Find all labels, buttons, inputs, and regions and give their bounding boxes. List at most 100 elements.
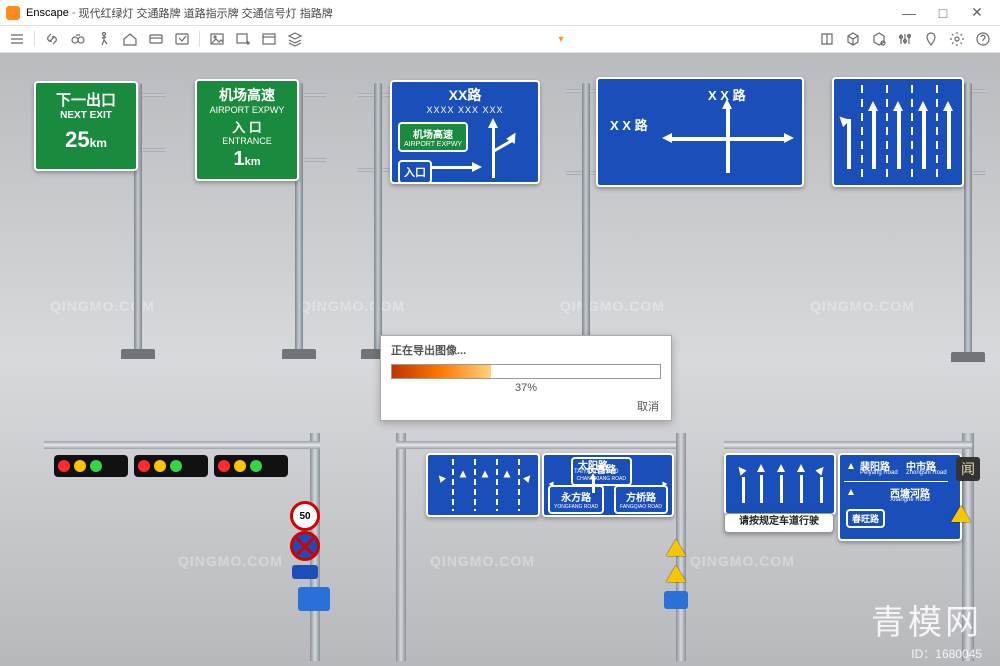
road-name-en: Xitanghe Road — [890, 497, 930, 503]
pole-base — [951, 352, 985, 362]
traffic-light — [214, 455, 288, 477]
sign-instruction: 请按规定车道行驶 — [724, 513, 834, 533]
toolbar: ▾ — [0, 26, 1000, 53]
pin-icon[interactable] — [922, 30, 940, 48]
link-icon[interactable] — [43, 30, 61, 48]
sign-arm — [142, 93, 166, 97]
sign-line: NEXT EXIT — [36, 110, 136, 121]
cube-icon[interactable] — [844, 30, 862, 48]
watermark-text: QINGMO.COM — [430, 553, 535, 569]
watermark-text: QINGMO.COM — [560, 298, 665, 314]
gear-icon[interactable] — [948, 30, 966, 48]
sign-box-line: 机场高速 — [404, 126, 462, 141]
card-icon[interactable] — [147, 30, 165, 48]
book-icon[interactable] — [818, 30, 836, 48]
sign-arm — [303, 93, 327, 97]
cancel-button[interactable]: 取消 — [637, 398, 659, 414]
sign-line: AIRPORT EXPWY — [197, 105, 297, 115]
speed-limit-sign: 50 — [290, 501, 320, 531]
binoculars-icon[interactable] — [69, 30, 87, 48]
sign-line: 入 口 — [197, 117, 297, 136]
sign-arm — [565, 171, 582, 175]
expand-caret-icon[interactable]: ▾ — [556, 34, 566, 45]
sign-lane-arrows — [832, 77, 964, 187]
sign-guide-panel: 裴阳路 中市路 Peiyang Road Zhongshi Road 西塘河路 … — [838, 453, 962, 541]
sign-box-line: AIRPORT EXPWY — [404, 141, 462, 148]
walk-icon[interactable] — [95, 30, 113, 48]
layers-icon[interactable] — [286, 30, 304, 48]
sign-lane-panel — [426, 453, 540, 517]
app-logo-icon — [6, 6, 20, 20]
sign-arm — [972, 171, 986, 175]
aux-sign — [664, 591, 688, 609]
street-box: 方桥路FANGQIAO ROAD — [614, 485, 668, 514]
watermark-brand: 青模网 — [871, 595, 982, 644]
image-plus-icon[interactable] — [234, 30, 252, 48]
pole-base — [282, 349, 316, 359]
warning-triangle-icon — [951, 505, 971, 522]
image-icon[interactable] — [208, 30, 226, 48]
sign-next-exit: 下一出口 NEXT EXIT 25km — [34, 81, 138, 171]
sign-arm — [303, 158, 327, 162]
cube-settings-icon[interactable] — [870, 30, 888, 48]
watermark-text: QINGMO.COM — [810, 298, 915, 314]
sign-arm — [357, 168, 374, 172]
sign-arm — [565, 89, 582, 93]
menu-icon[interactable] — [8, 30, 26, 48]
pole-base — [121, 349, 155, 359]
window-title: 现代红绿灯 交通路牌 道路指示牌 交通信号灯 指路牌 — [78, 5, 892, 21]
progress-percent: 37% — [381, 382, 671, 394]
sign-unit: km — [90, 136, 107, 150]
recent-icon[interactable] — [173, 30, 191, 48]
aux-sign — [298, 587, 330, 611]
sign-airport-expwy: 机场高速 AIRPORT EXPWY 入 口 ENTRANCE 1km — [195, 79, 299, 181]
watermark-id: ID：1680045 — [911, 645, 982, 662]
sign-distance: 25 — [65, 127, 89, 152]
road-name-en: Zhongshi Road — [906, 470, 947, 476]
sign-pole — [964, 83, 972, 356]
house-icon[interactable] — [121, 30, 139, 48]
minimize-button[interactable]: — — [892, 5, 926, 21]
sign-line: 下一出口 — [36, 89, 136, 110]
watermark-text: QINGMO.COM — [300, 298, 405, 314]
sign-box-airport: 机场高速 AIRPORT EXPWY — [398, 122, 468, 152]
sign-arm — [972, 89, 986, 93]
sign-direction-xxroad: XX路 XXXX XXX XXX 机场高速 AIRPORT EXPWY 入口 — [390, 80, 540, 184]
road-name-en: Peiyang Road — [860, 470, 898, 476]
sign-intersection: X X 路 X X 路 — [596, 77, 804, 187]
sign-arm — [142, 148, 166, 152]
sign-line: 机场高速 — [197, 85, 297, 105]
sign-road-left: X X 路 — [610, 115, 648, 134]
sign-box-entrance: 入口 — [398, 160, 432, 184]
road-box: 春旺路 — [846, 509, 885, 528]
app-name: Enscape — [26, 7, 69, 19]
sign-title: XX路 — [392, 85, 538, 105]
sign-street-panel: 太阳路 TAIYANG ROAD 永方路YONGFANG ROAD 方桥路FAN… — [542, 453, 674, 517]
sign-arm — [357, 93, 374, 97]
progress-fill — [392, 365, 491, 378]
aux-sign — [292, 565, 318, 579]
sign-lane-panel-2 — [724, 453, 836, 515]
sliders-icon[interactable] — [896, 30, 914, 48]
sign-sub: XXXX XXX XXX — [392, 105, 538, 115]
window-icon[interactable] — [260, 30, 278, 48]
sign-unit: km — [245, 156, 261, 168]
close-button[interactable]: ✕ — [960, 4, 994, 21]
gantry-beam — [724, 441, 972, 449]
no-stopping-sign — [290, 531, 320, 561]
gantry-beam — [396, 441, 686, 449]
viewport-3d[interactable]: QINGMO.COM QINGMO.COM QINGMO.COM QINGMO.… — [0, 53, 1000, 666]
watermark-text: QINGMO.COM — [690, 553, 795, 569]
gantry-post — [396, 433, 406, 661]
watermark-text: QINGMO.COM — [178, 553, 283, 569]
gantry-beam — [44, 441, 320, 449]
export-progress-dialog: 正在导出图像... 37% 取消 — [380, 335, 672, 421]
sign-pole — [582, 83, 590, 356]
sign-distance: 1 — [233, 148, 244, 170]
traffic-light — [54, 455, 128, 477]
help-icon[interactable] — [974, 30, 992, 48]
sign-pole — [374, 83, 382, 353]
traffic-light — [134, 455, 208, 477]
plaque-letter: 闻 — [956, 457, 980, 481]
maximize-button[interactable]: □ — [926, 5, 960, 21]
